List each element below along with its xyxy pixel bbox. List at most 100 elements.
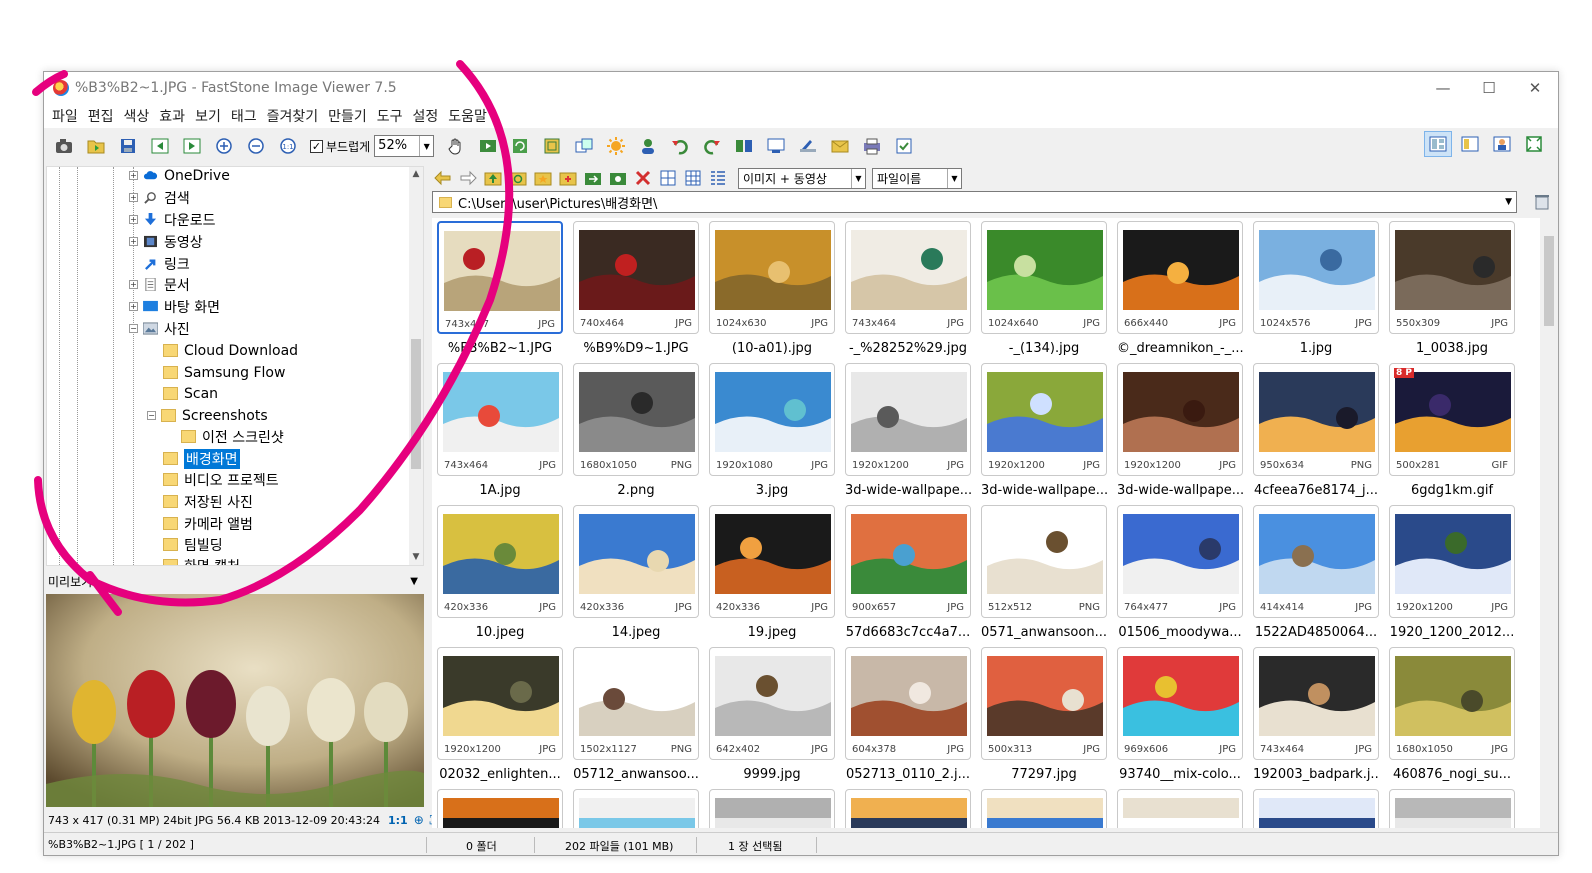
grid-scroll-thumb[interactable] — [1544, 236, 1554, 326]
thumbnail-frame[interactable]: 500x313 JPG — [981, 647, 1107, 760]
grid-scrollbar[interactable] — [1541, 218, 1557, 828]
tree-item-links[interactable]: 링크 — [143, 253, 190, 274]
tree-scrollbar[interactable]: ▲ ▼ — [409, 167, 423, 565]
scroll-down-icon[interactable]: ▼ — [409, 552, 423, 562]
previous-icon[interactable] — [146, 133, 174, 159]
tree-item-team-building[interactable]: 팀빌딩 — [163, 534, 223, 555]
move-to-icon[interactable] — [607, 165, 629, 191]
hand-tool-icon[interactable] — [442, 133, 470, 159]
thumbnail-frame[interactable] — [1117, 789, 1243, 828]
actual-size-link[interactable]: 1:1 — [388, 814, 408, 827]
tree-item-saved-pictures[interactable]: 저장된 사진 — [163, 491, 253, 512]
crop-icon[interactable] — [538, 133, 566, 159]
tree-item-video-projects[interactable]: 비디오 프로젝트 — [163, 469, 279, 490]
tree-item-camera-roll[interactable]: 카메라 앨범 — [163, 513, 253, 534]
thumbnail-frame[interactable]: 550x309 JPG — [1389, 221, 1515, 334]
split-layout-icon[interactable] — [1456, 131, 1484, 157]
camera-icon[interactable] — [50, 133, 78, 159]
thumbnail-frame[interactable]: 1920x1080 JPG — [709, 363, 835, 476]
thumbnail-frame[interactable]: 743x464 JPG — [437, 363, 563, 476]
chevron-down-icon[interactable]: ▼ — [1505, 197, 1512, 207]
menu-file[interactable]: 파일 — [52, 106, 78, 126]
tree-item-cloud-download[interactable]: Cloud Download — [163, 340, 298, 361]
rotate-left-icon[interactable] — [506, 133, 534, 159]
tree-item-onedrive[interactable]: + OneDrive — [129, 167, 230, 186]
thumbnail-frame[interactable]: 740x464 JPG — [573, 221, 699, 334]
thumbnail-frame[interactable] — [845, 789, 971, 828]
thumbnail-frame[interactable]: 414x414 JPG — [1253, 505, 1379, 618]
tree-scroll-thumb[interactable] — [411, 339, 421, 469]
smooth-checkbox[interactable]: ✓ — [310, 139, 323, 153]
menu-color[interactable]: 색상 — [124, 106, 150, 126]
folder-tree[interactable]: + OneDrive + 검색 + 다운로드 + 동영상 링크 + 문서 + 바… — [46, 166, 424, 566]
menu-view[interactable]: 보기 — [195, 106, 221, 126]
expand-icon[interactable]: + — [129, 237, 138, 246]
thumbnail-frame[interactable]: 666x440 JPG — [1117, 221, 1243, 334]
menu-effects[interactable]: 효과 — [159, 106, 185, 126]
copy-to-icon[interactable] — [582, 165, 604, 191]
open-folder-icon[interactable] — [82, 133, 110, 159]
menu-create[interactable]: 만들기 — [328, 106, 367, 126]
thumbnail-frame[interactable]: 1680x1050 PNG — [573, 363, 699, 476]
tree-item-screen-capture[interactable]: 화면 캡처 — [163, 555, 240, 565]
chevron-down-icon[interactable]: ▼ — [947, 168, 961, 188]
menu-edit[interactable]: 편집 — [88, 106, 114, 126]
thumbnail-frame[interactable]: 1024x640 JPG — [981, 221, 1107, 334]
email-icon[interactable] — [826, 133, 854, 159]
zoom-out-icon[interactable] — [242, 133, 270, 159]
tree-item-samsung-flow[interactable]: Samsung Flow — [163, 362, 285, 383]
menu-favorites[interactable]: 즐겨찾기 — [267, 106, 319, 126]
path-input[interactable]: C:\Users\user\Pictures\배경화면\ ▼ — [432, 191, 1517, 213]
thumbnail-frame[interactable]: 743x464 JPG — [1253, 647, 1379, 760]
thumbnail-frame[interactable]: 642x402 JPG — [709, 647, 835, 760]
recycle-bin-icon[interactable] — [1533, 192, 1551, 210]
print-icon[interactable] — [858, 133, 886, 159]
scroll-up-icon[interactable]: ▲ — [409, 169, 423, 179]
thumbnail-frame[interactable]: 1024x630 JPG — [709, 221, 835, 334]
up-folder-icon[interactable] — [482, 165, 504, 191]
expand-icon[interactable]: + — [129, 215, 138, 224]
thumbnail-frame[interactable]: 969x606 JPG — [1117, 647, 1243, 760]
back-arrow-icon[interactable] — [432, 165, 454, 191]
maximize-button[interactable]: ☐ — [1466, 72, 1512, 103]
redo-icon[interactable] — [698, 133, 726, 159]
zoom-in-icon[interactable] — [210, 133, 238, 159]
actual-size-icon[interactable]: 1:1 — [274, 133, 302, 159]
thumbnail-frame[interactable] — [709, 789, 835, 828]
thumbnail-frame[interactable]: 743x464 JPG — [845, 221, 971, 334]
tree-item-desktop[interactable]: + 바탕 화면 — [129, 296, 220, 317]
favorites-folder-icon[interactable] — [532, 165, 554, 191]
file-type-filter[interactable]: 이미지 + 동영상 ▼ — [738, 167, 866, 189]
undo-icon[interactable] — [666, 133, 694, 159]
medium-thumbs-icon[interactable] — [682, 165, 704, 191]
tree-item-videos[interactable]: + 동영상 — [129, 231, 203, 252]
sort-select[interactable]: 파일이름 ▼ — [872, 167, 962, 189]
adjust-color-icon[interactable] — [602, 133, 630, 159]
tree-item-screenshots[interactable]: − Screenshots — [147, 405, 268, 426]
thumbnail-frame[interactable]: 900x657 JPG — [845, 505, 971, 618]
menu-help[interactable]: 도움말 — [448, 106, 487, 126]
browser-layout-icon[interactable] — [1424, 131, 1452, 157]
expand-icon[interactable]: + — [129, 193, 138, 202]
thumbnail-frame[interactable]: 420x336 JPG — [437, 505, 563, 618]
thumbnail-frame[interactable]: 1920x1200 JPG — [845, 363, 971, 476]
tree-item-old-screenshots[interactable]: 이전 스크린샷 — [181, 426, 284, 447]
details-view-icon[interactable] — [707, 165, 729, 191]
tree-item-downloads[interactable]: + 다운로드 — [129, 209, 216, 230]
tree-item-pictures[interactable]: − 사진 — [129, 318, 190, 339]
red-eye-icon[interactable] — [634, 133, 662, 159]
tree-item-search[interactable]: + 검색 — [129, 187, 190, 208]
thumbnail-grid[interactable]: 743x417 JPG %B3%B2~1.JPG 740x464 JPG %B9%D9~1… — [432, 218, 1540, 828]
batch-icon[interactable] — [890, 133, 918, 159]
thumbnail-frame[interactable] — [1253, 789, 1379, 828]
thumbnail-frame[interactable]: 1920x1200 JPG — [1389, 505, 1515, 618]
zoom-select[interactable]: 52% ▼ — [374, 135, 435, 157]
minimize-button[interactable]: — — [1420, 72, 1466, 103]
scanner-icon[interactable] — [794, 133, 822, 159]
next-icon[interactable] — [178, 133, 206, 159]
forward-arrow-icon[interactable] — [457, 165, 479, 191]
save-icon[interactable] — [114, 133, 142, 159]
thumbnail-frame[interactable]: 1920x1200 JPG — [981, 363, 1107, 476]
close-button[interactable]: ✕ — [1512, 72, 1558, 103]
thumbnail-frame[interactable]: 1920x1200 JPG — [437, 647, 563, 760]
